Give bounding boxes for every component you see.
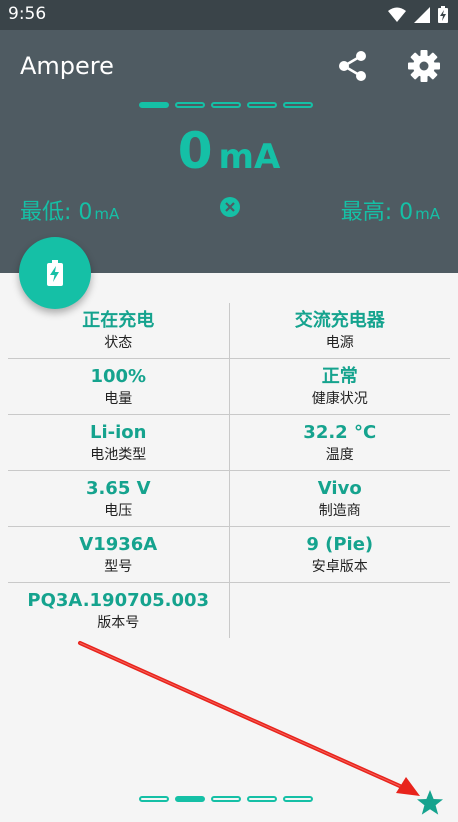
star-icon [417, 790, 443, 815]
info-value: 9 (Pie) [306, 533, 374, 555]
info-label: 电压 [104, 502, 133, 519]
rate-star-button[interactable] [415, 788, 445, 818]
info-label: 温度 [325, 446, 354, 463]
info-cell-manufacturer: Vivo 制造商 [230, 471, 451, 526]
status-icons [388, 6, 448, 23]
status-bar: 9:56 [0, 0, 458, 30]
info-value: 100% [90, 365, 147, 387]
info-value: 交流充电器 [294, 309, 385, 331]
info-row: 3.65 V 电压 Vivo 制造商 [8, 471, 450, 527]
info-value: 3.65 V [85, 477, 151, 499]
info-cell-power-source: 交流充电器 电源 [230, 303, 451, 358]
info-cell-level: 100% 电量 [8, 359, 230, 414]
info-cell-model: V1936A 型号 [8, 527, 230, 582]
page-dot [283, 102, 313, 108]
reset-minmax-button[interactable] [219, 196, 241, 218]
share-button[interactable] [335, 48, 371, 84]
page-dot [247, 796, 277, 802]
info-cell-empty [230, 583, 451, 638]
page-dot [247, 102, 277, 108]
close-circle-icon [220, 197, 240, 217]
info-cell-voltage: 3.65 V 电压 [8, 471, 230, 526]
signal-icon [414, 6, 430, 23]
page-dot [211, 102, 241, 108]
info-label: 型号 [104, 558, 133, 575]
page-dot [139, 102, 169, 108]
info-cell-battery-type: Li-ion 电池类型 [8, 415, 230, 470]
info-value: 正在充电 [82, 309, 155, 331]
info-label: 制造商 [318, 502, 361, 519]
min-label: 最低: [20, 200, 72, 225]
gear-icon [408, 50, 440, 82]
info-label: 状态 [104, 334, 133, 351]
settings-button[interactable] [406, 48, 442, 84]
page-dot [175, 796, 205, 802]
info-value: 正常 [321, 365, 358, 387]
info-cell-health: 正常 健康状况 [230, 359, 451, 414]
info-label: 电量 [104, 390, 133, 407]
info-cell-temperature: 32.2 °C 温度 [230, 415, 451, 470]
header-panel: Ampere 0 mA 最低: 0 mA 最高: 0 mA [0, 30, 458, 273]
info-row: 100% 电量 正常 健康状况 [8, 359, 450, 415]
share-icon [339, 51, 366, 81]
info-row: 正在充电 状态 交流充电器 电源 [8, 303, 450, 359]
min-reading: 最低: 0 mA [20, 194, 119, 226]
info-cell-android-version: 9 (Pie) 安卓版本 [230, 527, 451, 582]
current-unit: mA [218, 137, 281, 177]
info-label: 版本号 [97, 614, 140, 631]
info-row: Li-ion 电池类型 32.2 °C 温度 [8, 415, 450, 471]
info-cell-status: 正在充电 状态 [8, 303, 230, 358]
info-row: PQ3A.190705.003 版本号 [8, 583, 450, 638]
max-reading: 最高: 0 mA [341, 194, 440, 226]
info-label: 健康状况 [311, 390, 368, 407]
bottom-page-indicator [139, 796, 313, 802]
max-value: 0 [399, 200, 414, 225]
info-label: 电源 [325, 334, 354, 351]
battery-charging-icon [47, 260, 63, 286]
min-value: 0 [78, 200, 93, 225]
current-value: 0 [177, 122, 213, 180]
info-label: 安卓版本 [311, 558, 368, 575]
battery-info-grid: 正在充电 状态 交流充电器 电源 100% 电量 正常 健康状况 Li-ion … [8, 303, 450, 638]
info-row: V1936A 型号 9 (Pie) 安卓版本 [8, 527, 450, 583]
wifi-icon [388, 7, 406, 22]
max-label: 最高: [340, 200, 393, 225]
app-title: Ampere [20, 52, 114, 80]
page-dot [283, 796, 313, 802]
page-dot [211, 796, 241, 802]
top-page-indicator [139, 102, 313, 108]
info-value: 32.2 °C [303, 421, 377, 443]
page-dot [175, 102, 205, 108]
status-time: 9:56 [8, 4, 47, 24]
info-cell-build-number: PQ3A.190705.003 版本号 [8, 583, 230, 638]
battery-fab-button[interactable] [19, 237, 91, 309]
max-unit: mA [415, 205, 440, 223]
info-label: 电池类型 [90, 446, 147, 463]
battery-charging-icon [438, 6, 448, 23]
info-value: Li-ion [90, 421, 147, 443]
info-value: PQ3A.190705.003 [27, 589, 210, 611]
page-dot [139, 796, 169, 802]
min-unit: mA [94, 205, 120, 223]
current-reading: 0 mA [0, 122, 458, 180]
info-value: Vivo [317, 477, 362, 499]
info-value: V1936A [79, 533, 158, 555]
